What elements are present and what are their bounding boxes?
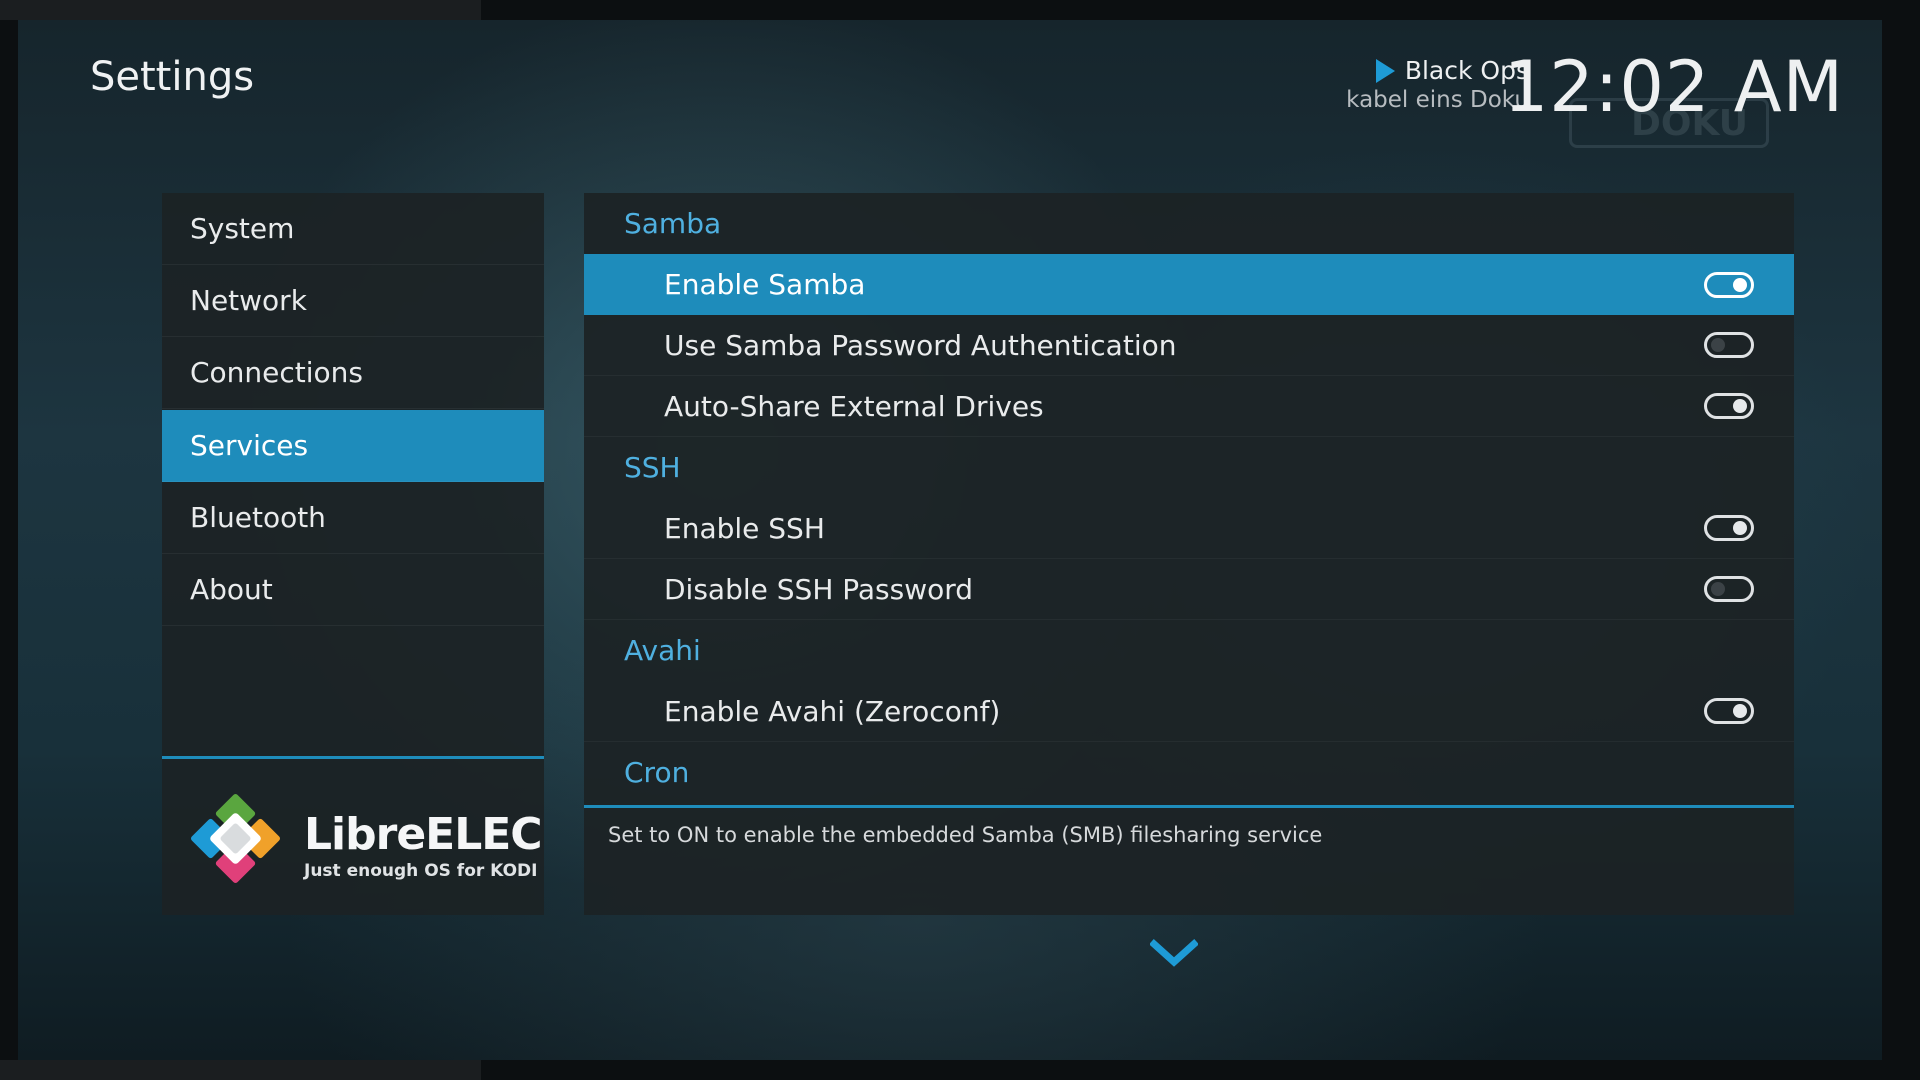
sidebar-item-network[interactable]: Network	[162, 265, 544, 337]
sidebar-item-label: Network	[190, 284, 307, 317]
toggle-knob	[1733, 399, 1747, 413]
logo-name: LibreELEC	[304, 809, 543, 860]
sidebar-item-services[interactable]: Services	[162, 410, 544, 482]
section-header-avahi: Avahi	[624, 634, 701, 667]
sidebar-item-label: Connections	[190, 356, 364, 389]
setting-label: Use Samba Password Authentication	[664, 328, 1177, 362]
sidebar-item-label: About	[190, 573, 273, 606]
toggle-knob	[1711, 582, 1725, 596]
setting-description: Set to ON to enable the embedded Samba (…	[608, 823, 1323, 847]
section-header-samba: Samba	[624, 207, 722, 240]
sidebar-item-system[interactable]: System	[162, 193, 544, 265]
toggle-switch[interactable]	[1704, 271, 1754, 298]
description-divider	[584, 805, 1794, 808]
setting-samba-password-auth[interactable]: Use Samba Password Authentication	[584, 315, 1794, 376]
setting-label: Enable Samba	[664, 268, 866, 301]
toggle-switch[interactable]	[1704, 393, 1754, 419]
now-playing-title-row: Black Ops	[1346, 56, 1529, 85]
setting-auto-share-drives[interactable]: Auto-Share External Drives	[584, 376, 1794, 437]
now-playing[interactable]: Black Ops kabel eins Doku	[1346, 56, 1529, 113]
logo-text: LibreELEC Just enough OS for KODI	[304, 809, 543, 882]
now-playing-channel: kabel eins Doku	[1346, 87, 1529, 113]
toggle-knob	[1711, 338, 1725, 352]
setting-label: Disable SSH Password	[664, 572, 974, 606]
frame-strip-bottom	[0, 1060, 481, 1080]
sidebar-item-label: System	[190, 212, 295, 245]
setting-label: Auto-Share External Drives	[664, 389, 1044, 423]
page-title: Settings	[90, 54, 255, 100]
librelec-logo-icon	[191, 794, 280, 883]
sidebar-item-connections[interactable]: Connections	[162, 337, 544, 409]
toggle-knob	[1733, 277, 1747, 292]
sidebar-item-about[interactable]: About	[162, 554, 544, 626]
clock: 12:02 AM	[1503, 46, 1844, 128]
toggle-knob	[1733, 521, 1747, 535]
logo-tagline: Just enough OS for KODI	[304, 861, 538, 881]
settings-category-sidebar: System Network Connections Services Blue…	[162, 193, 544, 915]
setting-label: Enable SSH	[664, 511, 825, 545]
setting-disable-ssh-password[interactable]: Disable SSH Password	[584, 559, 1794, 620]
services-settings-panel: Samba Enable Samba Use Samba Password Au…	[584, 193, 1794, 915]
toggle-switch[interactable]	[1704, 698, 1754, 724]
chevron-down-icon[interactable]	[1150, 938, 1198, 968]
toggle-knob	[1733, 704, 1747, 718]
sidebar-item-label: Services	[190, 429, 309, 462]
section-header-cron: Cron	[624, 756, 690, 789]
toggle-switch[interactable]	[1704, 576, 1754, 602]
sidebar-item-label: Bluetooth	[190, 501, 326, 534]
sidebar-item-bluetooth[interactable]: Bluetooth	[162, 482, 544, 554]
setting-enable-samba[interactable]: Enable Samba	[584, 254, 1794, 315]
play-icon	[1375, 58, 1395, 83]
toggle-switch[interactable]	[1704, 515, 1754, 541]
section-header-ssh: SSH	[624, 451, 681, 484]
toggle-switch[interactable]	[1704, 332, 1754, 358]
librelec-logo: LibreELEC Just enough OS for KODI	[162, 756, 544, 915]
frame-strip-top	[0, 0, 481, 20]
setting-enable-avahi[interactable]: Enable Avahi (Zeroconf)	[584, 681, 1794, 742]
setting-enable-ssh[interactable]: Enable SSH	[584, 498, 1794, 559]
settings-screen: Settings DOKU Black Ops kabel eins Doku …	[18, 20, 1882, 1060]
setting-label: Enable Avahi (Zeroconf)	[664, 694, 1001, 728]
